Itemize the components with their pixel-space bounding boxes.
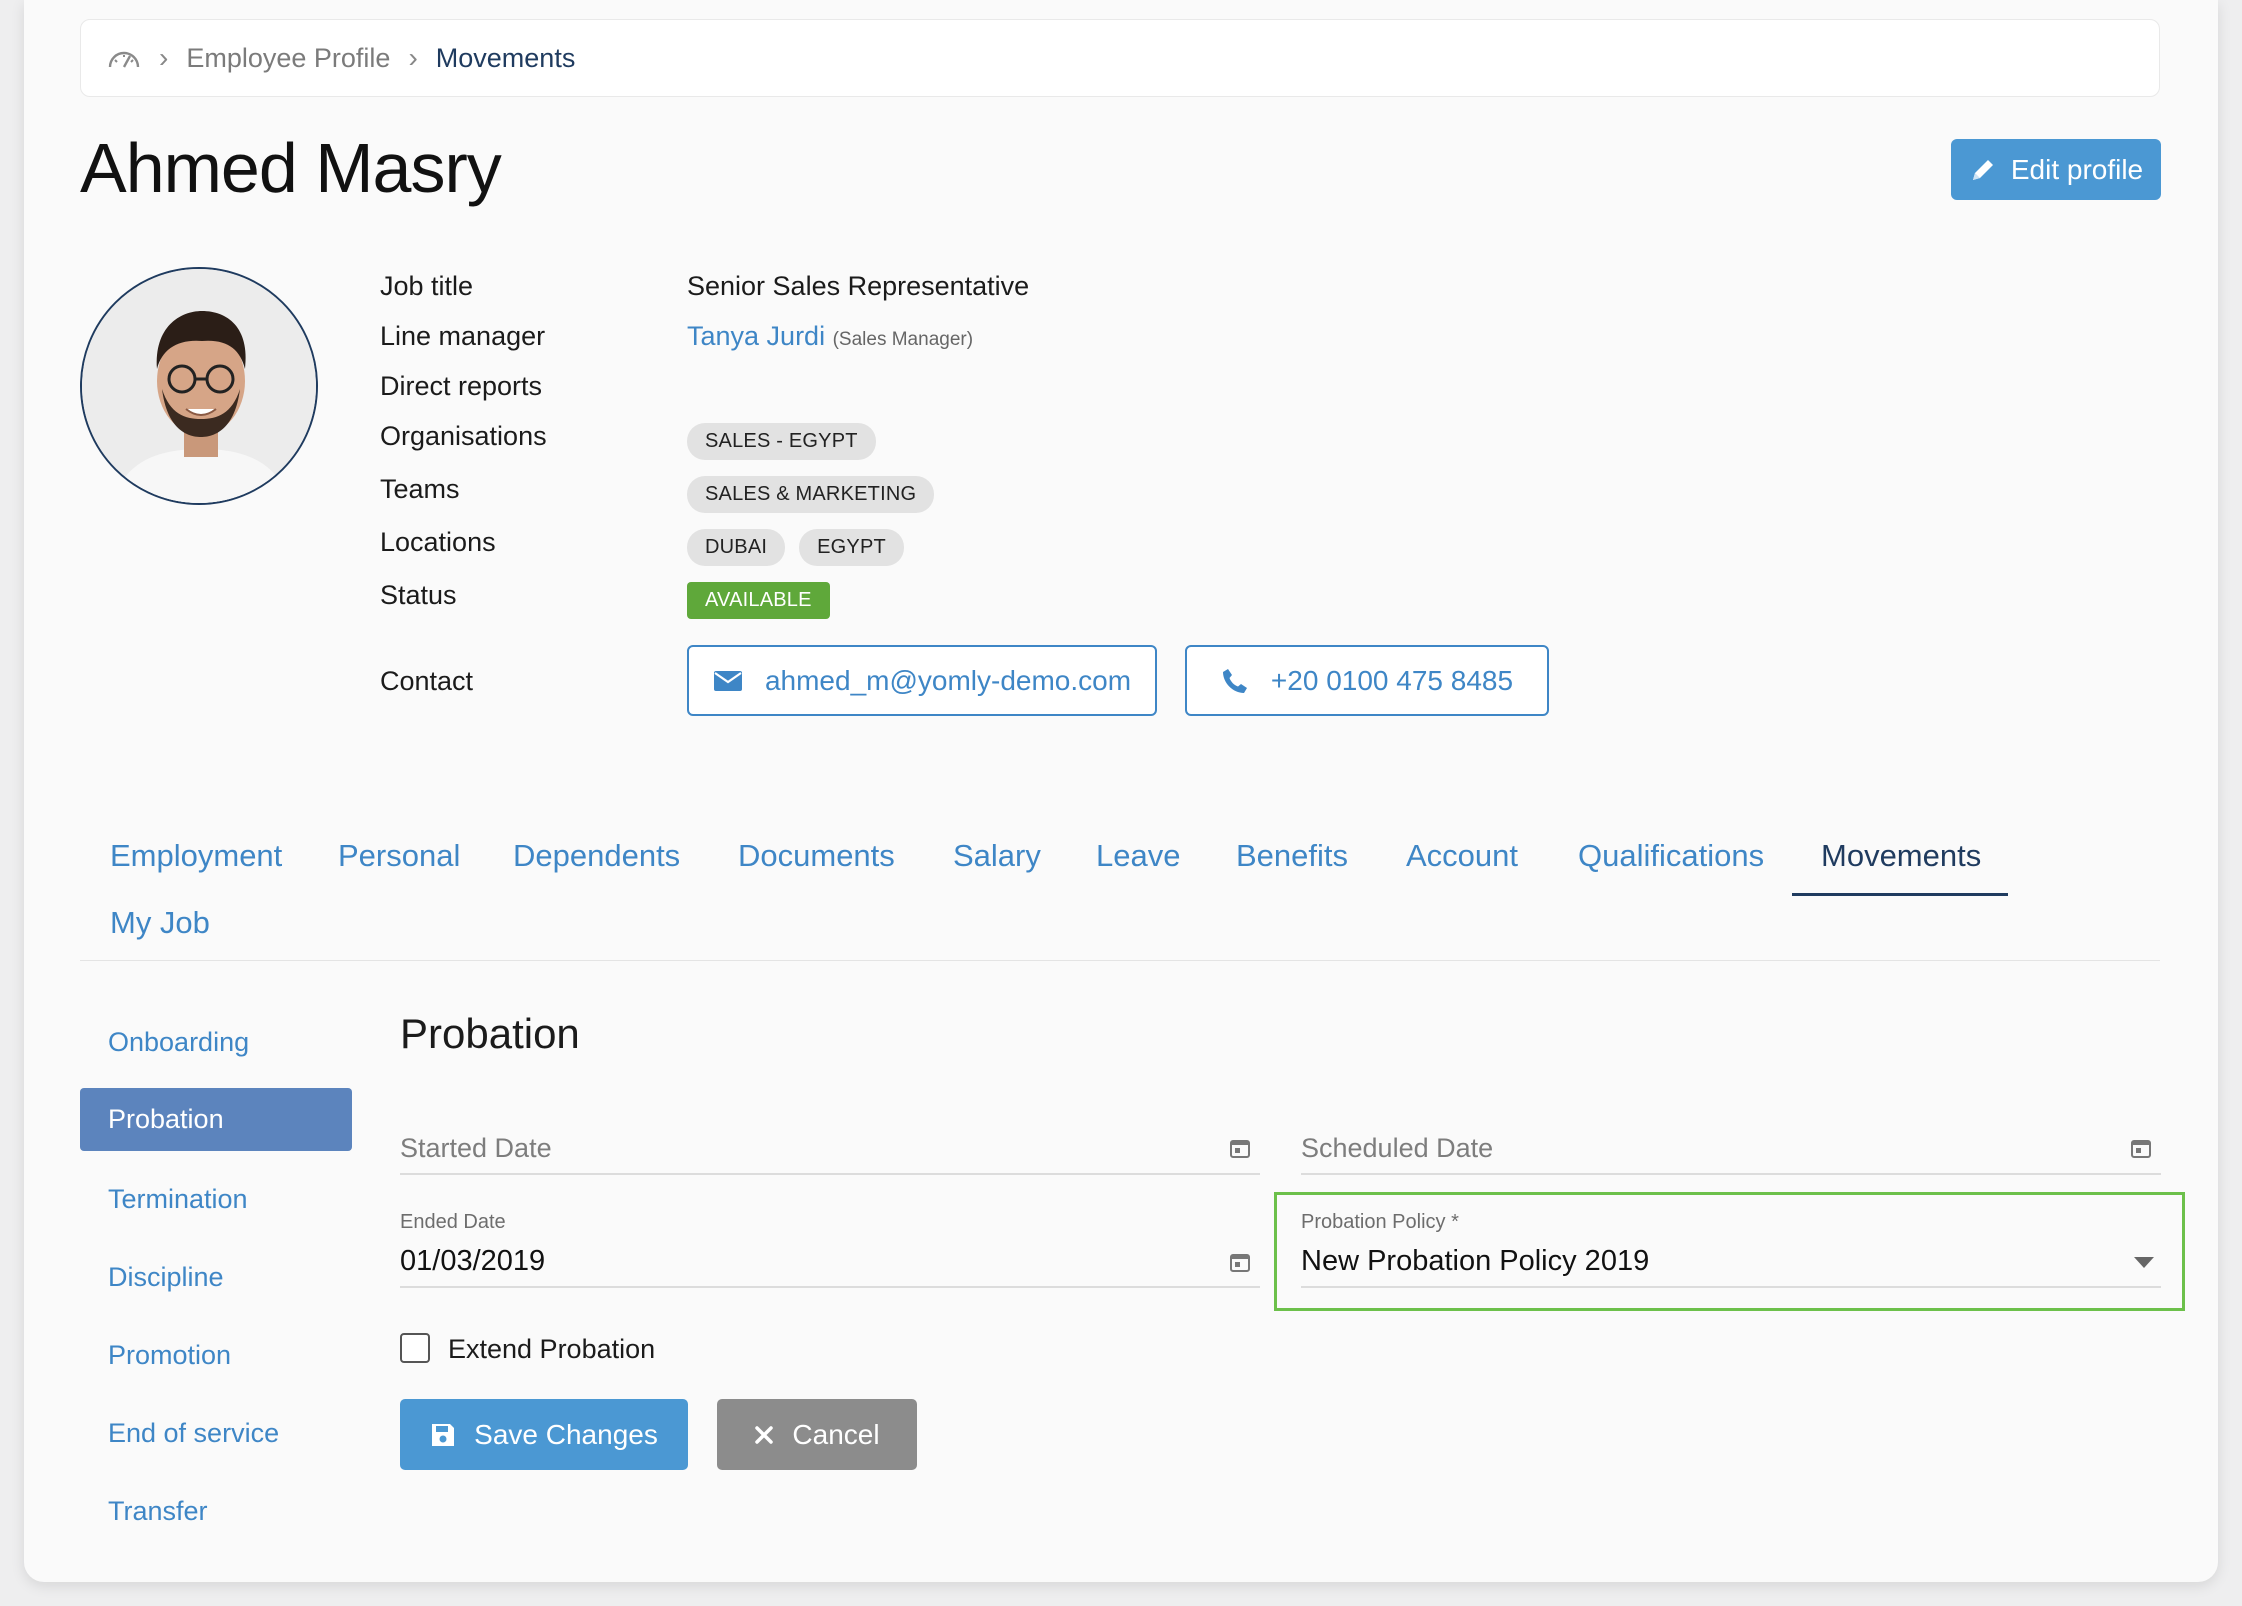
calendar-icon[interactable] [1229,1251,1251,1273]
tab-dependents[interactable]: Dependents [513,838,680,874]
side-nav-promotion[interactable]: Promotion [108,1340,231,1371]
side-nav-onboarding[interactable]: Onboarding [108,1027,249,1058]
tab-my-job[interactable]: My Job [110,905,210,941]
locations-label: Locations [380,527,496,557]
started-date-input[interactable] [400,1173,1260,1175]
tab-employment[interactable]: Employment [110,838,282,874]
active-tab-indicator [1792,893,2008,896]
organisations-chips: SALES - EGYPT [687,423,890,460]
avatar [80,267,318,505]
ended-date-input[interactable] [400,1286,1260,1288]
team-chip: SALES & MARKETING [687,476,935,513]
side-nav-end-of-service[interactable]: End of service [108,1418,279,1449]
edit-profile-button[interactable]: Edit profile [1951,139,2161,200]
phone-button[interactable]: +20 0100 475 8485 [1185,645,1549,716]
cancel-label: Cancel [792,1418,880,1450]
speedometer-icon[interactable] [107,47,141,69]
caret-down-icon[interactable] [2134,1256,2154,1274]
pencil-icon [1969,156,1997,184]
tab-account[interactable]: Account [1406,838,1518,874]
status-value: AVAILABLE [687,582,844,619]
chevron-right-icon: › [159,42,169,73]
chevron-right-icon: › [408,42,418,73]
calendar-icon[interactable] [2130,1137,2152,1159]
section-title: Probation [400,1010,580,1057]
breadcrumb-movements: Movements [435,42,576,73]
side-nav-termination[interactable]: Termination [108,1184,248,1215]
side-nav-probation[interactable]: Probation [80,1088,352,1151]
scheduled-date-input[interactable] [1301,1173,2161,1175]
email-value: ahmed_m@yomly-demo.com [764,664,1132,696]
phone-icon [1221,667,1249,695]
line-manager-value: Tanya Jurdi (Sales Manager) [687,321,973,352]
page-title: Ahmed Masry [80,129,502,207]
floppy-disk-icon [430,1422,456,1448]
side-nav-probation-label: Probation [108,1104,224,1134]
locations-chips: DUBAI EGYPT [687,529,918,566]
email-button[interactable]: ahmed_m@yomly-demo.com [687,645,1157,716]
extend-probation-checkbox[interactable] [400,1333,430,1363]
breadcrumb: › Employee Profile › Movements [80,19,2160,97]
tab-qualifications[interactable]: Qualifications [1578,838,1764,874]
edit-profile-label: Edit profile [2010,153,2144,185]
tab-documents[interactable]: Documents [738,838,895,874]
cancel-button[interactable]: Cancel [717,1399,917,1470]
breadcrumb-employee-profile[interactable]: Employee Profile [186,43,390,74]
phone-value: +20 0100 475 8485 [1270,664,1514,696]
save-changes-button[interactable]: Save Changes [400,1399,688,1470]
contact-label: Contact [380,666,474,696]
probation-policy-value[interactable]: New Probation Policy 2019 [1301,1245,1649,1278]
save-changes-label: Save Changes [474,1418,658,1450]
job-title-label: Job title [380,271,474,301]
line-manager-label: Line manager [380,321,546,351]
extend-probation-label: Extend Probation [448,1334,656,1364]
status-badge: AVAILABLE [687,582,830,619]
line-manager-role: (Sales Manager) [832,329,974,350]
ended-date-value[interactable]: 01/03/2019 [400,1245,545,1278]
ended-date-label: Ended Date [400,1211,506,1233]
location-chip: EGYPT [799,529,904,566]
side-nav-transfer[interactable]: Transfer [108,1496,208,1527]
teams-chips: SALES & MARKETING [687,476,948,513]
page-card [24,0,2218,1582]
scheduled-date-label: Scheduled Date [1301,1133,1494,1163]
probation-policy-select[interactable] [1301,1286,2161,1288]
probation-policy-label: Probation Policy * [1301,1211,1459,1233]
direct-reports-label: Direct reports [380,371,543,401]
teams-label: Teams [380,474,460,504]
tabs-divider [80,960,2160,961]
tab-movements[interactable]: Movements [1821,838,1981,874]
tab-leave[interactable]: Leave [1096,838,1180,874]
tab-salary[interactable]: Salary [953,838,1041,874]
close-icon [754,1425,774,1445]
status-label: Status [380,580,457,610]
side-nav-discipline[interactable]: Discipline [108,1262,224,1293]
tab-benefits[interactable]: Benefits [1236,838,1348,874]
started-date-label: Started Date [400,1133,552,1163]
envelope-icon [713,670,743,692]
job-title-value: Senior Sales Representative [687,271,1030,301]
organisations-label: Organisations [380,421,547,451]
line-manager-link[interactable]: Tanya Jurdi [687,321,825,351]
organisation-chip: SALES - EGYPT [687,423,876,460]
tab-personal[interactable]: Personal [338,838,460,874]
location-chip: DUBAI [687,529,786,566]
calendar-icon[interactable] [1229,1137,1251,1159]
